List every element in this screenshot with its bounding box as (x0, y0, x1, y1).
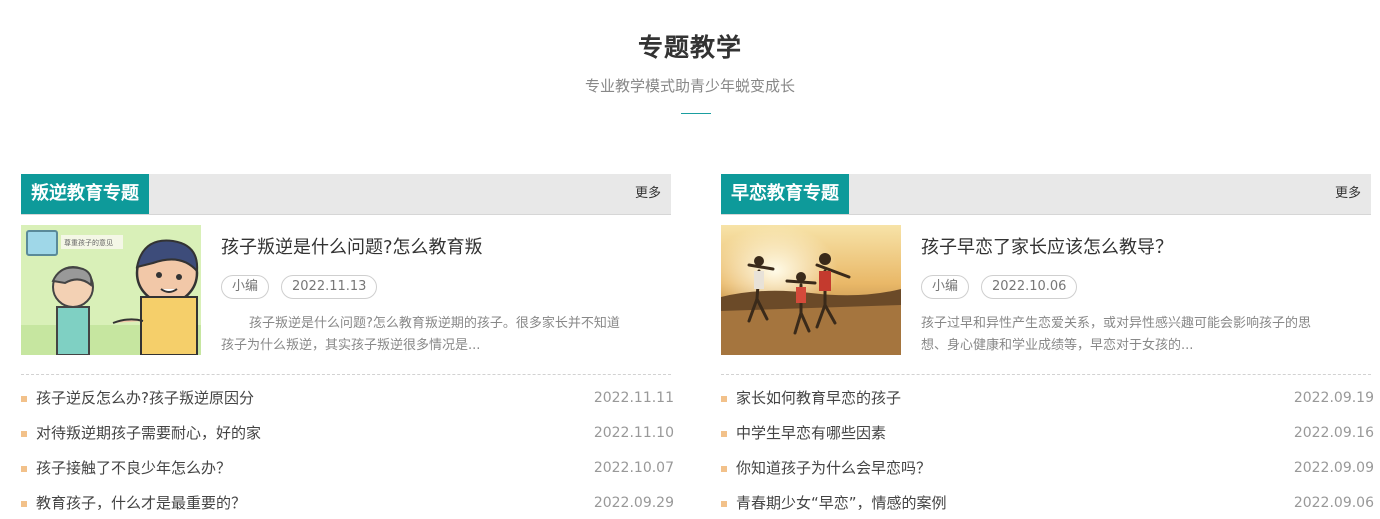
topic-column-early-love: 早恋教育专题 更多 孩子早恋了家长应该怎么教导？ 小编 2022.10.06 孩… (721, 174, 1374, 519)
bullet-icon (21, 466, 27, 472)
article-list: 孩子逆反怎么办?孩子叛逆原因分 2022.11.11 对待叛逆期孩子需要耐心，好的… (21, 375, 674, 519)
list-item-date: 2022.09.09 (1293, 460, 1374, 476)
list-item[interactable]: 中学生早恋有哪些因素 2022.09.16 (721, 422, 1374, 457)
list-item[interactable]: 孩子接触了不良少年怎么办？ 2022.10.07 (21, 457, 674, 492)
more-link[interactable]: 更多 (1335, 174, 1361, 214)
list-item-title[interactable]: 对待叛逆期孩子需要耐心，好的家 (36, 422, 261, 444)
list-item[interactable]: 你知道孩子为什么会早恋吗？ 2022.09.09 (721, 457, 1374, 492)
column-tab[interactable]: 早恋教育专题 (721, 174, 849, 214)
list-item-title[interactable]: 你知道孩子为什么会早恋吗？ (736, 457, 931, 479)
list-item[interactable]: 孩子逆反怎么办?孩子叛逆原因分 2022.11.11 (21, 387, 674, 422)
bullet-icon (721, 466, 727, 472)
family-sunset-photo (721, 225, 901, 355)
bullet-icon (21, 431, 27, 437)
author-tag: 小编 (221, 275, 270, 299)
list-item-date: 2022.09.29 (593, 495, 674, 511)
list-item-title[interactable]: 中学生早恋有哪些因素 (736, 422, 886, 444)
list-item[interactable]: 对待叛逆期孩子需要耐心，好的家 2022.11.10 (21, 422, 674, 457)
date-tag: 2022.11.13 (281, 275, 378, 299)
featured-thumbnail[interactable]: 尊重孩子的意见 (21, 225, 201, 355)
date-tag: 2022.10.06 (981, 275, 1078, 299)
image-caption: 尊重孩子的意见 (64, 238, 113, 247)
list-item-title[interactable]: 孩子逆反怎么办?孩子叛逆原因分 (36, 387, 254, 409)
bullet-icon (21, 501, 27, 507)
meta-tags: 小编 2022.11.13 (221, 275, 389, 299)
title-underline (681, 113, 711, 114)
section-subtitle: 专业教学模式助青少年蜕变成长 (584, 77, 795, 95)
list-item-title[interactable]: 教育孩子，什么才是最重要的？ (36, 492, 246, 514)
list-item-date: 2022.09.19 (1293, 390, 1374, 406)
bullet-icon (721, 431, 727, 437)
list-item-title[interactable]: 青春期少女“早恋”，情感的案例 (736, 492, 947, 514)
column-header-bar: 早恋教育专题 更多 (721, 174, 1371, 215)
author-tag: 小编 (921, 275, 970, 299)
featured-description: 孩子叛逆是什么问题?怎么教育叛逆期的孩子。很多家长并不知道孩子为什么叛逆，其实孩… (221, 313, 621, 357)
topic-column-rebellion: 叛逆教育专题 更多 尊重孩子的意见 孩子叛逆是什么问题?怎么教育叛 小编 202… (21, 174, 674, 519)
more-link[interactable]: 更多 (635, 174, 661, 214)
list-item-title[interactable]: 家长如何教育早恋的孩子 (736, 387, 901, 409)
featured-description: 孩子过早和异性产生恋爱关系，或对异性感兴趣可能会影响孩子的思想、身心健康和学业成… (921, 316, 1312, 353)
list-item-date: 2022.11.10 (593, 425, 674, 441)
column-tab[interactable]: 叛逆教育专题 (21, 174, 149, 214)
column-header-bar: 叛逆教育专题 更多 (21, 174, 671, 215)
featured-description-text: 孩子叛逆是什么问题?怎么教育叛逆期的孩子。很多家长并不知道孩子为什么叛逆，其实孩… (221, 316, 620, 353)
list-item[interactable]: 青春期少女“早恋”，情感的案例 2022.09.06 (721, 492, 1374, 519)
list-item-date: 2022.09.06 (1293, 495, 1374, 511)
list-item[interactable]: 教育孩子，什么才是最重要的？ 2022.09.29 (21, 492, 674, 519)
article-list: 家长如何教育早恋的孩子 2022.09.19 中学生早恋有哪些因素 2022.09.… (721, 375, 1374, 519)
meta-tags: 小编 2022.10.06 (921, 275, 1089, 299)
list-item-date: 2022.09.16 (1293, 425, 1374, 441)
featured-title[interactable]: 孩子叛逆是什么问题?怎么教育叛 (221, 233, 483, 259)
featured-title[interactable]: 孩子早恋了家长应该怎么教导？ (921, 233, 1173, 259)
featured-article: 尊重孩子的意见 孩子叛逆是什么问题?怎么教育叛 小编 2022.11.13 孩子叛… (21, 215, 671, 375)
featured-thumbnail[interactable] (721, 225, 901, 355)
cartoon-parent-child-image: 尊重孩子的意见 (21, 225, 201, 355)
bullet-icon (21, 396, 27, 402)
list-item-date: 2022.11.11 (593, 390, 674, 406)
list-item[interactable]: 家长如何教育早恋的孩子 2022.09.19 (721, 387, 1374, 422)
list-item-title[interactable]: 孩子接触了不良少年怎么办？ (36, 457, 231, 479)
bullet-icon (721, 396, 727, 402)
section-title: 专题教学 (637, 33, 742, 62)
list-item-date: 2022.10.07 (593, 460, 674, 476)
bullet-icon (721, 501, 727, 507)
featured-article: 孩子早恋了家长应该怎么教导？ 小编 2022.10.06 孩子过早和异性产生恋爱关… (721, 215, 1371, 375)
